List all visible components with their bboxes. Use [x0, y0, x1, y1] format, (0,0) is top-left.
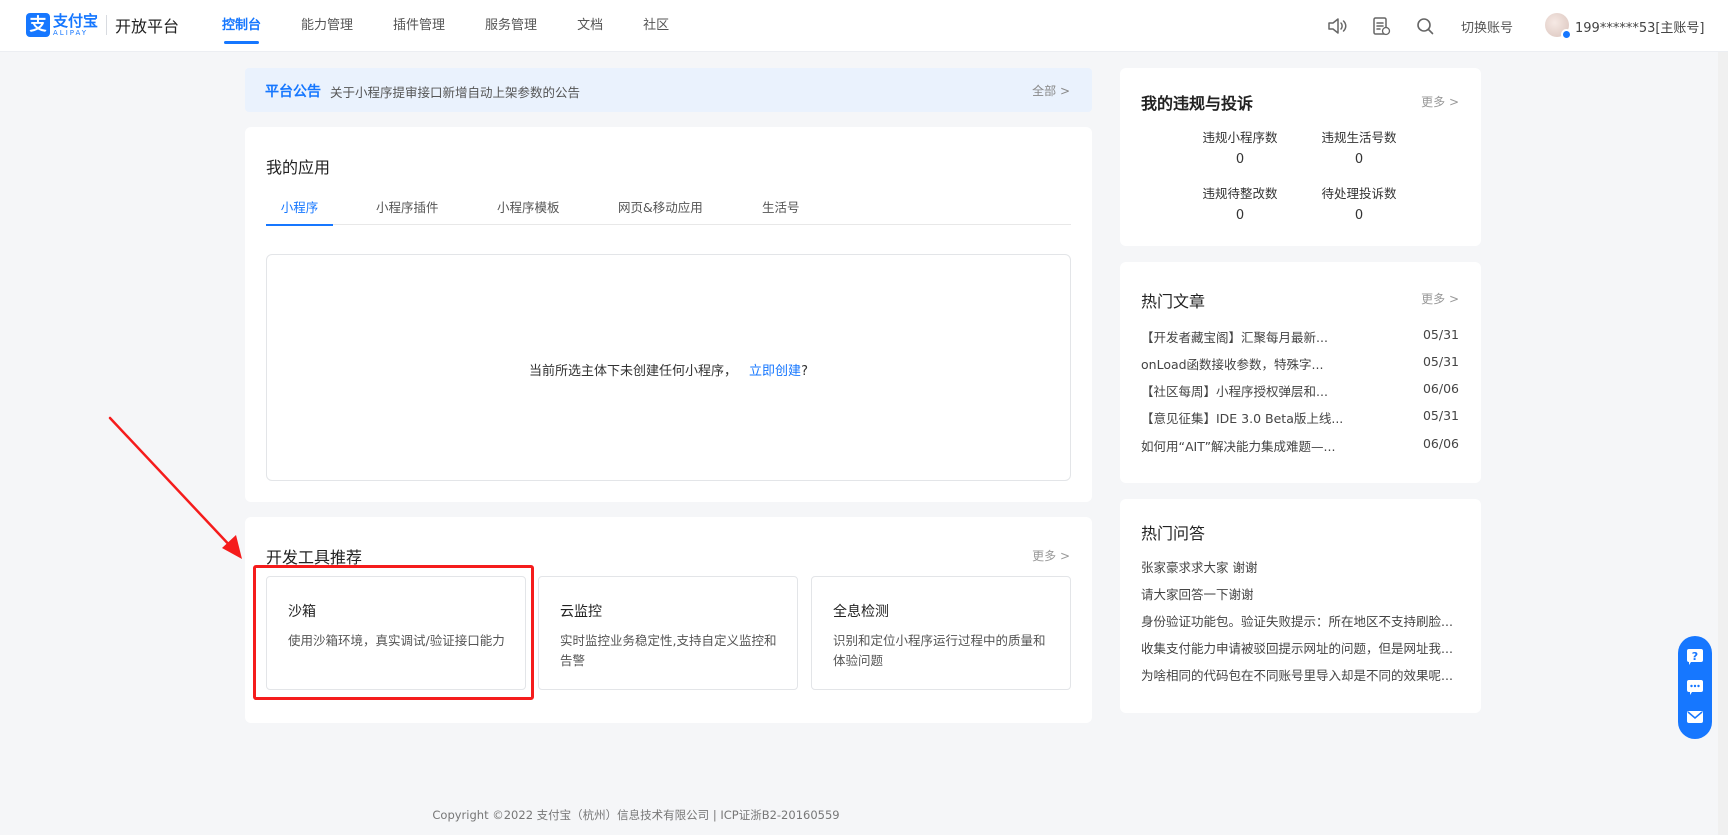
tab-miniprogram-template[interactable]: 小程序模板 [497, 197, 560, 225]
nav-docs[interactable]: 文档 [577, 0, 603, 52]
tab-miniprogram[interactable]: 小程序 [266, 197, 333, 226]
article-title[interactable]: 如何用“AIT”解决能力集成难题—... [1141, 436, 1461, 456]
avatar-badge [1561, 29, 1572, 40]
article-title[interactable]: 【意见征集】IDE 3.0 Beta版上线... [1141, 408, 1461, 428]
app-tabs: 小程序 小程序插件 小程序模板 网页&移动应用 生活号 [266, 197, 1071, 226]
alipay-logo[interactable]: 支 支付宝 ALIPAY 开放平台 [26, 13, 179, 37]
violations-title: 我的违规与投诉 [1141, 94, 1254, 113]
help-icon[interactable]: ? [1685, 647, 1705, 667]
tab-miniprogram-plugin[interactable]: 小程序插件 [376, 197, 439, 225]
violations-more-link[interactable]: 更多 > [1421, 93, 1459, 110]
switch-account-link[interactable]: 切换账号 [1461, 17, 1513, 36]
create-now-link[interactable]: 立即创建 [749, 364, 801, 379]
qa-item[interactable]: 收集支付能力申请被驳回提示网址的问题，但是网址我... [1141, 638, 1461, 658]
account-name[interactable]: 199******53[主账号] [1575, 17, 1705, 36]
hot-qa-title: 热门问答 [1141, 524, 1206, 543]
logo-cn-text: 支付宝 [53, 11, 99, 30]
announcement-bar: 平台公告 关于小程序提审接口新增自动上架参数的公告 全部 > [245, 68, 1092, 112]
stat-value[interactable]: 0 [1304, 152, 1414, 167]
announcement-text[interactable]: 关于小程序提审接口新增自动上架参数的公告 [330, 82, 580, 101]
hot-articles-card: 热门文章 更多 > 【开发者藏宝阁】汇聚每月最新... 05/31 onLoad… [1120, 262, 1481, 483]
article-title[interactable]: 【社区每周】小程序授权弹层和... [1141, 381, 1461, 401]
nav-console[interactable]: 控制台 [222, 0, 261, 52]
empty-suffix: ? [801, 364, 808, 379]
alipay-logo-icon: 支 [26, 13, 50, 37]
my-apps-card: 我的应用 小程序 小程序插件 小程序模板 网页&移动应用 生活号 当前所选主体下… [245, 127, 1092, 502]
tool-name: 全息检测 [833, 604, 889, 620]
search-icon[interactable] [1414, 15, 1436, 37]
my-apps-title: 我的应用 [266, 158, 331, 177]
tool-card-cloud-monitor[interactable]: 云监控 实时监控业务稳定性,支持自定义监控和告警 [538, 576, 798, 690]
tool-desc: 实时监控业务稳定性,支持自定义监控和告警 [560, 633, 777, 668]
tool-desc: 识别和定位小程序运行过程中的质量和体验问题 [833, 633, 1046, 668]
main-nav: 控制台 能力管理 插件管理 服务管理 文档 社区 [222, 0, 709, 52]
article-date: 05/31 [1422, 408, 1459, 423]
tab-web-mobile-app[interactable]: 网页&移动应用 [618, 197, 703, 225]
platform-name: 开放平台 [115, 17, 180, 36]
stat-value[interactable]: 0 [1185, 152, 1295, 167]
tab-lifestyle-account[interactable]: 生活号 [762, 197, 800, 225]
top-header: 支 支付宝 ALIPAY 开放平台 控制台 能力管理 插件管理 服务管理 文档 … [0, 0, 1728, 52]
stat-value[interactable]: 0 [1185, 208, 1295, 223]
nav-service[interactable]: 服务管理 [485, 0, 537, 52]
page-scrollbar[interactable] [1718, 52, 1728, 835]
stat-value[interactable]: 0 [1304, 208, 1414, 223]
document-icon[interactable] [1370, 15, 1392, 37]
article-date: 05/31 [1422, 354, 1459, 369]
article-date: 05/31 [1422, 327, 1459, 342]
qa-item[interactable]: 请大家回答一下谢谢 [1141, 584, 1461, 604]
annotation-arrow-icon [108, 416, 242, 559]
logo-divider [106, 15, 108, 35]
announcement-all-link[interactable]: 全部 > [1032, 82, 1070, 99]
highlight-box [253, 565, 534, 700]
tool-name: 云监控 [560, 604, 602, 620]
empty-text: 当前所选主体下未创建任何小程序， [529, 364, 738, 379]
violations-card: 我的违规与投诉 更多 > 违规小程序数 0 违规生活号数 0 违规待整改数 0 … [1120, 68, 1481, 246]
hot-articles-title: 热门文章 [1141, 292, 1206, 311]
article-title[interactable]: 【开发者藏宝阁】汇聚每月最新... [1141, 327, 1461, 347]
announcement-label: 平台公告 [265, 84, 321, 100]
feedback-icon[interactable] [1685, 707, 1705, 727]
nav-capability[interactable]: 能力管理 [301, 0, 353, 52]
article-title[interactable]: onLoad函数接收参数，特殊字... [1141, 354, 1461, 374]
qa-item[interactable]: 张家豪求求大家 谢谢 [1141, 557, 1461, 577]
empty-state: 当前所选主体下未创建任何小程序， 立即创建? [266, 254, 1071, 481]
nav-plugin[interactable]: 插件管理 [393, 0, 445, 52]
speaker-icon[interactable] [1326, 15, 1348, 37]
stat-label: 违规小程序数 [1202, 130, 1278, 145]
article-date: 06/06 [1422, 381, 1459, 396]
stat-label: 待处理投诉数 [1321, 186, 1397, 201]
avatar[interactable] [1545, 13, 1572, 40]
dev-tools-more-link[interactable]: 更多 > [1032, 547, 1070, 564]
qa-item[interactable]: 身份验证功能包。验证失败提示：所在地区不支持刷脸... [1141, 611, 1461, 631]
floating-help-widget: ? [1678, 636, 1712, 739]
article-date: 06/06 [1422, 436, 1459, 451]
tool-card-holographic-check[interactable]: 全息检测 识别和定位小程序运行过程中的质量和体验问题 [811, 576, 1071, 690]
qa-item[interactable]: 为啥相同的代码包在不同账号里导入却是不同的效果呢... [1141, 665, 1461, 685]
chat-icon[interactable] [1685, 677, 1705, 697]
logo-en-text: ALIPAY [53, 28, 89, 37]
empty-message: 当前所选主体下未创建任何小程序， 立即创建? [267, 360, 1070, 379]
hot-qa-card: 热门问答 张家豪求求大家 谢谢 请大家回答一下谢谢 身份验证功能包。验证失败提示… [1120, 499, 1481, 713]
stat-label: 违规生活号数 [1321, 130, 1397, 145]
nav-community[interactable]: 社区 [643, 0, 669, 52]
stat-label: 违规待整改数 [1202, 186, 1278, 201]
footer-copyright: Copyright ©2022 支付宝（杭州）信息技术有限公司 | ICP证浙B… [432, 808, 840, 822]
svg-text:?: ? [1692, 650, 1698, 663]
hot-articles-more-link[interactable]: 更多 > [1421, 290, 1459, 307]
